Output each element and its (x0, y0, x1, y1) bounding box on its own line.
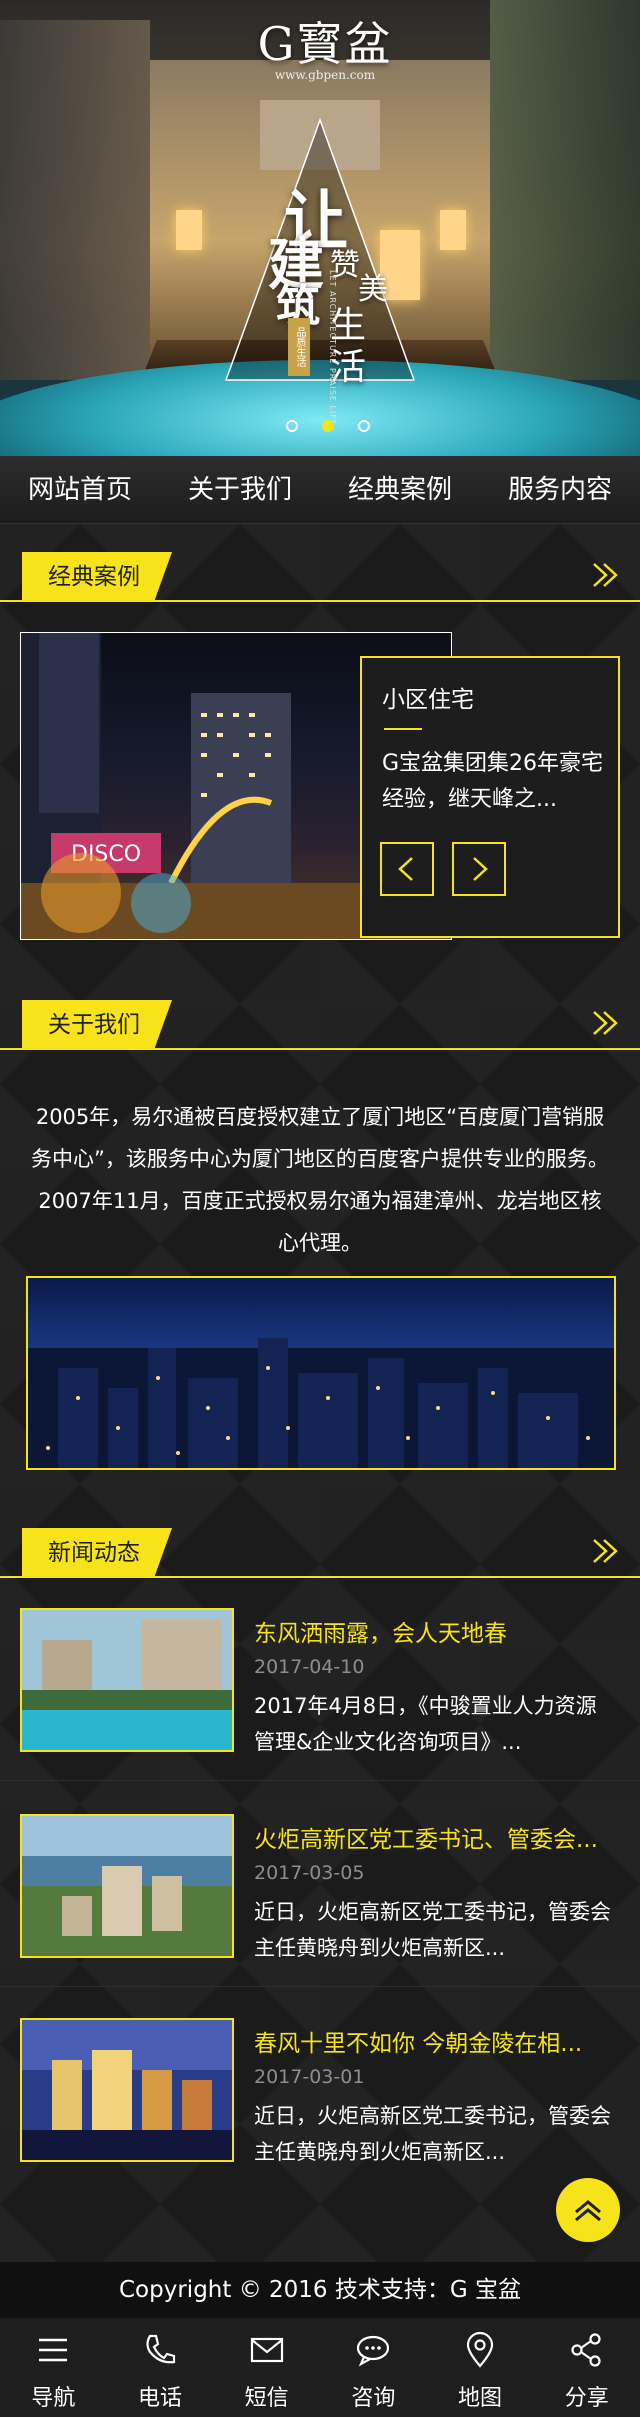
news-item[interactable]: 东风洒雨露，会人天地春 2017-04-10 2017年4月8日，《中骏置业人力… (0, 1608, 640, 1758)
bottom-item-share[interactable]: 分享 (533, 2318, 640, 2417)
news-date: 2017-04-10 (254, 1656, 365, 1678)
bottom-item-label: 电话 (138, 2386, 183, 2411)
nav-item-home[interactable]: 网站首页 (0, 456, 160, 523)
section-divider (0, 1576, 640, 1578)
more-arrow-icon[interactable] (590, 1006, 622, 1040)
about-image[interactable] (26, 1276, 616, 1470)
slide-dot[interactable] (358, 420, 370, 432)
section-header-about: 关于我们 (0, 1000, 640, 1050)
more-arrow-icon[interactable] (590, 558, 622, 592)
bottom-item-label: 咨询 (351, 2386, 396, 2411)
nav-item-about[interactable]: 关于我们 (160, 456, 320, 523)
slide-dot[interactable] (286, 420, 298, 432)
more-arrow-icon[interactable] (590, 1534, 622, 1568)
news-thumbnail-pool (22, 1610, 232, 1750)
mail-icon (250, 2337, 283, 2363)
chat-icon (357, 2335, 390, 2367)
news-date: 2017-03-05 (254, 1862, 365, 1884)
map-pin-icon (466, 2331, 494, 2368)
news-divider (0, 1986, 640, 1987)
case-title-underline (384, 728, 422, 730)
bottom-item-map[interactable]: 地图 (427, 2318, 534, 2417)
news-thumbnail-night (22, 2020, 232, 2160)
news-description: 2017年4月8日，《中骏置业人力资源管理&企业文化咨询项目》... (254, 1694, 597, 1754)
news-divider (0, 1780, 640, 1781)
news-description: 近日，火炬高新区党工委书记，管委会主任黄晓舟到火炬高新区... (254, 2104, 611, 2164)
section-tag: 关于我们 (22, 1000, 172, 1050)
chevron-right-icon (473, 857, 488, 881)
section-header-news: 新闻动态 (0, 1528, 640, 1578)
news-date: 2017-03-01 (254, 2066, 365, 2088)
about-image-cityscape (28, 1338, 614, 1468)
news-description: 近日，火炬高新区党工委书记，管委会主任黄晓舟到火炬高新区... (254, 1900, 611, 1960)
news-thumbnail[interactable] (20, 1814, 234, 1958)
slide-indicators (286, 420, 370, 432)
menu-icon (39, 2338, 68, 2362)
section-header-cases: 经典案例 (0, 552, 640, 602)
share-icon (571, 2333, 601, 2367)
bottom-item-nav[interactable]: 导航 (0, 2318, 107, 2417)
news-thumbnail[interactable] (20, 2018, 234, 2162)
news-thumbnail-coast (22, 1816, 232, 1956)
section-divider (0, 600, 640, 602)
slogan-english: LET ARCHITECTURE PRAISE LIFE (328, 270, 337, 426)
double-chevron-up-icon (575, 2200, 601, 2222)
back-to-top-button[interactable] (556, 2178, 620, 2242)
news-title[interactable]: 春风十里不如你 今朝金陵在相... (254, 2024, 624, 2058)
case-prev-button[interactable] (380, 842, 434, 896)
bottom-item-label: 导航 (31, 2386, 76, 2411)
case-card[interactable]: 小区住宅 G宝盆集团集26年豪宅经验，继天峰之... (360, 656, 620, 938)
hero-banner[interactable]: G寳盆 www.gbpen.com 让 建 筑 赞 美 生 活 品质生活 LET… (0, 0, 640, 456)
news-item[interactable]: 火炬高新区党工委书记、管委会... 2017-03-05 近日，火炬高新区党工委… (0, 1814, 640, 1964)
news-thumbnail[interactable] (20, 1608, 234, 1752)
slide-dot-active[interactable] (322, 420, 334, 432)
section-title: 新闻动态 (48, 1540, 140, 1566)
bottom-item-sms[interactable]: 短信 (213, 2318, 320, 2417)
case-next-button[interactable] (452, 842, 506, 896)
bottom-item-consult[interactable]: 咨询 (320, 2318, 427, 2417)
news-title[interactable]: 火炬高新区党工委书记、管委会... (254, 1820, 624, 1854)
bottom-item-phone[interactable]: 电话 (107, 2318, 214, 2417)
bottom-item-label: 地图 (458, 2386, 503, 2411)
copyright-text: Copyright © 2016 技术支持：G 宝盆 (0, 2262, 640, 2318)
news-item[interactable]: 春风十里不如你 今朝金陵在相... 2017-03-01 近日，火炬高新区党工委… (0, 2018, 640, 2168)
phone-icon (146, 2334, 176, 2364)
bottom-toolbar: 导航 电话 短信 咨询 地图 分享 (0, 2318, 640, 2417)
case-description: G宝盆集团集26年豪宅经验，继天峰之... (382, 751, 604, 812)
chevron-left-icon (398, 857, 413, 881)
nav-item-cases[interactable]: 经典案例 (320, 456, 480, 523)
section-tag: 经典案例 (22, 552, 172, 602)
section-divider (0, 1048, 640, 1050)
slogan-stamp: 品质生活 (288, 318, 310, 376)
section-tag: 新闻动态 (22, 1528, 172, 1578)
section-title: 关于我们 (48, 1012, 140, 1038)
bottom-item-label: 分享 (564, 2386, 609, 2411)
hero-slogan: 让 建 筑 赞 美 生 活 品质生活 LET ARCHITECTURE PRAI… (0, 0, 640, 456)
section-title: 经典案例 (48, 564, 140, 590)
nav-item-services[interactable]: 服务内容 (480, 456, 640, 523)
about-text: 2005年，易尔通被百度授权建立了厦门地区“百度厦门营销服务中心”，该服务中心为… (31, 1105, 609, 1255)
news-title[interactable]: 东风洒雨露，会人天地春 (254, 1614, 624, 1648)
bottom-item-label: 短信 (244, 2386, 289, 2411)
main-nav: 网站首页 关于我们 经典案例 服务内容 (0, 456, 640, 524)
case-title[interactable]: 小区住宅 (382, 680, 474, 714)
